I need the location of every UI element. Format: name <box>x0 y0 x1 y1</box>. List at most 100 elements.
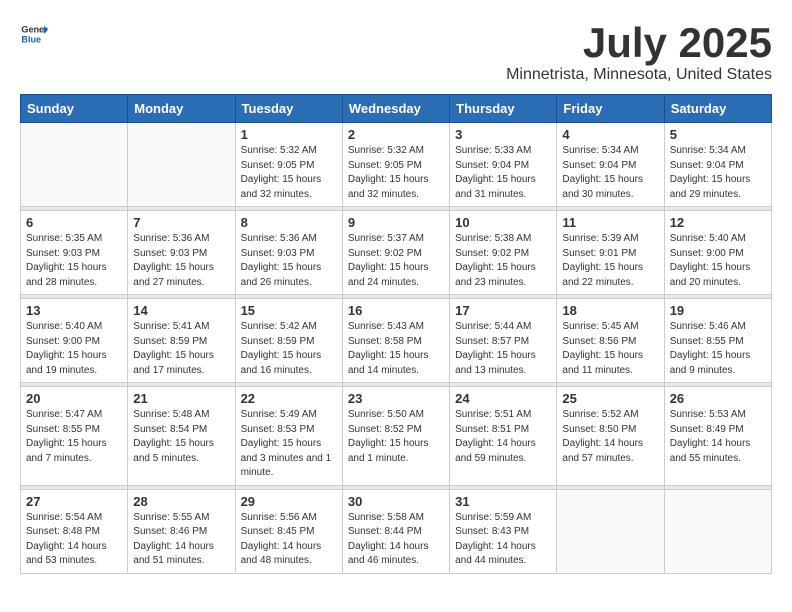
day-number: 19 <box>670 303 766 318</box>
table-row: 2 Sunrise: 5:32 AM Sunset: 9:05 PM Daylig… <box>342 123 449 207</box>
table-row: 7 Sunrise: 5:36 AM Sunset: 9:03 PM Daylig… <box>128 211 235 295</box>
header-friday: Friday <box>557 95 664 123</box>
logo: General Blue <box>20 20 48 48</box>
table-row <box>664 489 771 573</box>
day-detail: Sunrise: 5:47 AM Sunset: 8:55 PM Dayligh… <box>26 408 122 466</box>
day-detail: Sunrise: 5:32 AM Sunset: 9:05 PM Dayligh… <box>348 144 444 202</box>
table-row: 28 Sunrise: 5:55 AM Sunset: 8:46 PM Dayli… <box>128 489 235 573</box>
day-number: 26 <box>670 391 766 406</box>
day-number: 11 <box>562 215 658 230</box>
day-detail: Sunrise: 5:35 AM Sunset: 9:03 PM Dayligh… <box>26 232 122 290</box>
day-detail: Sunrise: 5:56 AM Sunset: 8:45 PM Dayligh… <box>241 511 337 569</box>
calendar-week-row: 6 Sunrise: 5:35 AM Sunset: 9:03 PM Daylig… <box>21 211 772 295</box>
table-row: 17Sunrise: 5:44 AM Sunset: 8:57 PM Dayli… <box>450 299 557 383</box>
table-row: 29 Sunrise: 5:56 AM Sunset: 8:45 PM Dayli… <box>235 489 342 573</box>
day-detail: Sunrise: 5:38 AM Sunset: 9:02 PM Dayligh… <box>455 232 551 290</box>
calendar-week-row: 20 Sunrise: 5:47 AM Sunset: 8:55 PM Dayli… <box>21 387 772 486</box>
title-area: July 2025 Minnetrista, Minnesota, United… <box>506 20 772 84</box>
table-row <box>128 123 235 207</box>
day-number: 24 <box>455 391 551 406</box>
day-number: 29 <box>241 494 337 509</box>
day-detail: Sunrise: 5:36 AM Sunset: 9:03 PM Dayligh… <box>133 232 229 290</box>
day-number: 17 <box>455 303 551 318</box>
day-detail: Sunrise: 5:51 AM Sunset: 8:51 PM Dayligh… <box>455 408 551 466</box>
table-row: 12 Sunrise: 5:40 AM Sunset: 9:00 PM Dayli… <box>664 211 771 295</box>
main-title: July 2025 <box>506 20 772 66</box>
table-row: 21 Sunrise: 5:48 AM Sunset: 8:54 PM Dayli… <box>128 387 235 486</box>
day-detail: Sunrise: 5:52 AM Sunset: 8:50 PM Dayligh… <box>562 408 658 466</box>
table-row: 27Sunrise: 5:54 AM Sunset: 8:48 PM Dayli… <box>21 489 128 573</box>
table-row: 25 Sunrise: 5:52 AM Sunset: 8:50 PM Dayli… <box>557 387 664 486</box>
table-row: 13 Sunrise: 5:40 AM Sunset: 9:00 PM Dayli… <box>21 299 128 383</box>
table-row: 8Sunrise: 5:36 AM Sunset: 9:03 PM Daylig… <box>235 211 342 295</box>
day-number: 16 <box>348 303 444 318</box>
day-detail: Sunrise: 5:55 AM Sunset: 8:46 PM Dayligh… <box>133 511 229 569</box>
day-detail: Sunrise: 5:36 AM Sunset: 9:03 PM Dayligh… <box>241 232 337 290</box>
day-number: 22 <box>241 391 337 406</box>
table-row: 5 Sunrise: 5:34 AM Sunset: 9:04 PM Daylig… <box>664 123 771 207</box>
logo-icon: General Blue <box>20 20 48 48</box>
day-detail: Sunrise: 5:49 AM Sunset: 8:53 PM Dayligh… <box>241 408 337 481</box>
header-monday: Monday <box>128 95 235 123</box>
table-row <box>557 489 664 573</box>
table-row: 3 Sunrise: 5:33 AM Sunset: 9:04 PM Daylig… <box>450 123 557 207</box>
day-detail: Sunrise: 5:43 AM Sunset: 8:58 PM Dayligh… <box>348 320 444 378</box>
day-number: 13 <box>26 303 122 318</box>
day-number: 12 <box>670 215 766 230</box>
calendar-week-row: 1 Sunrise: 5:32 AM Sunset: 9:05 PM Daylig… <box>21 123 772 207</box>
day-number: 6 <box>26 215 122 230</box>
calendar: Sunday Monday Tuesday Wednesday Thursday… <box>20 94 772 574</box>
header-thursday: Thursday <box>450 95 557 123</box>
day-detail: Sunrise: 5:53 AM Sunset: 8:49 PM Dayligh… <box>670 408 766 466</box>
day-detail: Sunrise: 5:46 AM Sunset: 8:55 PM Dayligh… <box>670 320 766 378</box>
table-row: 31 Sunrise: 5:59 AM Sunset: 8:43 PM Dayli… <box>450 489 557 573</box>
day-detail: Sunrise: 5:48 AM Sunset: 8:54 PM Dayligh… <box>133 408 229 466</box>
day-number: 10 <box>455 215 551 230</box>
day-number: 21 <box>133 391 229 406</box>
table-row: 22 Sunrise: 5:49 AM Sunset: 8:53 PM Dayli… <box>235 387 342 486</box>
day-detail: Sunrise: 5:42 AM Sunset: 8:59 PM Dayligh… <box>241 320 337 378</box>
day-number: 27 <box>26 494 122 509</box>
table-row: 23 Sunrise: 5:50 AM Sunset: 8:52 PM Dayli… <box>342 387 449 486</box>
day-detail: Sunrise: 5:34 AM Sunset: 9:04 PM Dayligh… <box>562 144 658 202</box>
day-detail: Sunrise: 5:59 AM Sunset: 8:43 PM Dayligh… <box>455 511 551 569</box>
day-number: 28 <box>133 494 229 509</box>
table-row: 30Sunrise: 5:58 AM Sunset: 8:44 PM Dayli… <box>342 489 449 573</box>
table-row: 16 Sunrise: 5:43 AM Sunset: 8:58 PM Dayli… <box>342 299 449 383</box>
day-detail: Sunrise: 5:45 AM Sunset: 8:56 PM Dayligh… <box>562 320 658 378</box>
day-detail: Sunrise: 5:33 AM Sunset: 9:04 PM Dayligh… <box>455 144 551 202</box>
table-row: 19 Sunrise: 5:46 AM Sunset: 8:55 PM Dayli… <box>664 299 771 383</box>
day-number: 7 <box>133 215 229 230</box>
calendar-header-row: Sunday Monday Tuesday Wednesday Thursday… <box>21 95 772 123</box>
day-number: 25 <box>562 391 658 406</box>
table-row: 14Sunrise: 5:41 AM Sunset: 8:59 PM Dayli… <box>128 299 235 383</box>
table-row: 24 Sunrise: 5:51 AM Sunset: 8:51 PM Dayli… <box>450 387 557 486</box>
header-sunday: Sunday <box>21 95 128 123</box>
day-detail: Sunrise: 5:40 AM Sunset: 9:00 PM Dayligh… <box>670 232 766 290</box>
day-number: 20 <box>26 391 122 406</box>
header-saturday: Saturday <box>664 95 771 123</box>
table-row: 1Sunrise: 5:32 AM Sunset: 9:05 PM Daylig… <box>235 123 342 207</box>
day-number: 2 <box>348 127 444 142</box>
table-row: 9Sunrise: 5:37 AM Sunset: 9:02 PM Daylig… <box>342 211 449 295</box>
day-number: 4 <box>562 127 658 142</box>
day-number: 23 <box>348 391 444 406</box>
day-detail: Sunrise: 5:34 AM Sunset: 9:04 PM Dayligh… <box>670 144 766 202</box>
table-row: 4 Sunrise: 5:34 AM Sunset: 9:04 PM Daylig… <box>557 123 664 207</box>
day-number: 15 <box>241 303 337 318</box>
table-row <box>21 123 128 207</box>
day-number: 14 <box>133 303 229 318</box>
day-number: 5 <box>670 127 766 142</box>
table-row: 11 Sunrise: 5:39 AM Sunset: 9:01 PM Dayli… <box>557 211 664 295</box>
day-number: 31 <box>455 494 551 509</box>
table-row: 18Sunrise: 5:45 AM Sunset: 8:56 PM Dayli… <box>557 299 664 383</box>
day-detail: Sunrise: 5:50 AM Sunset: 8:52 PM Dayligh… <box>348 408 444 466</box>
day-number: 1 <box>241 127 337 142</box>
calendar-week-row: 13 Sunrise: 5:40 AM Sunset: 9:00 PM Dayli… <box>21 299 772 383</box>
day-detail: Sunrise: 5:40 AM Sunset: 9:00 PM Dayligh… <box>26 320 122 378</box>
day-number: 3 <box>455 127 551 142</box>
table-row: 10 Sunrise: 5:38 AM Sunset: 9:02 PM Dayli… <box>450 211 557 295</box>
table-row: 20 Sunrise: 5:47 AM Sunset: 8:55 PM Dayli… <box>21 387 128 486</box>
day-detail: Sunrise: 5:58 AM Sunset: 8:44 PM Dayligh… <box>348 511 444 569</box>
day-detail: Sunrise: 5:39 AM Sunset: 9:01 PM Dayligh… <box>562 232 658 290</box>
